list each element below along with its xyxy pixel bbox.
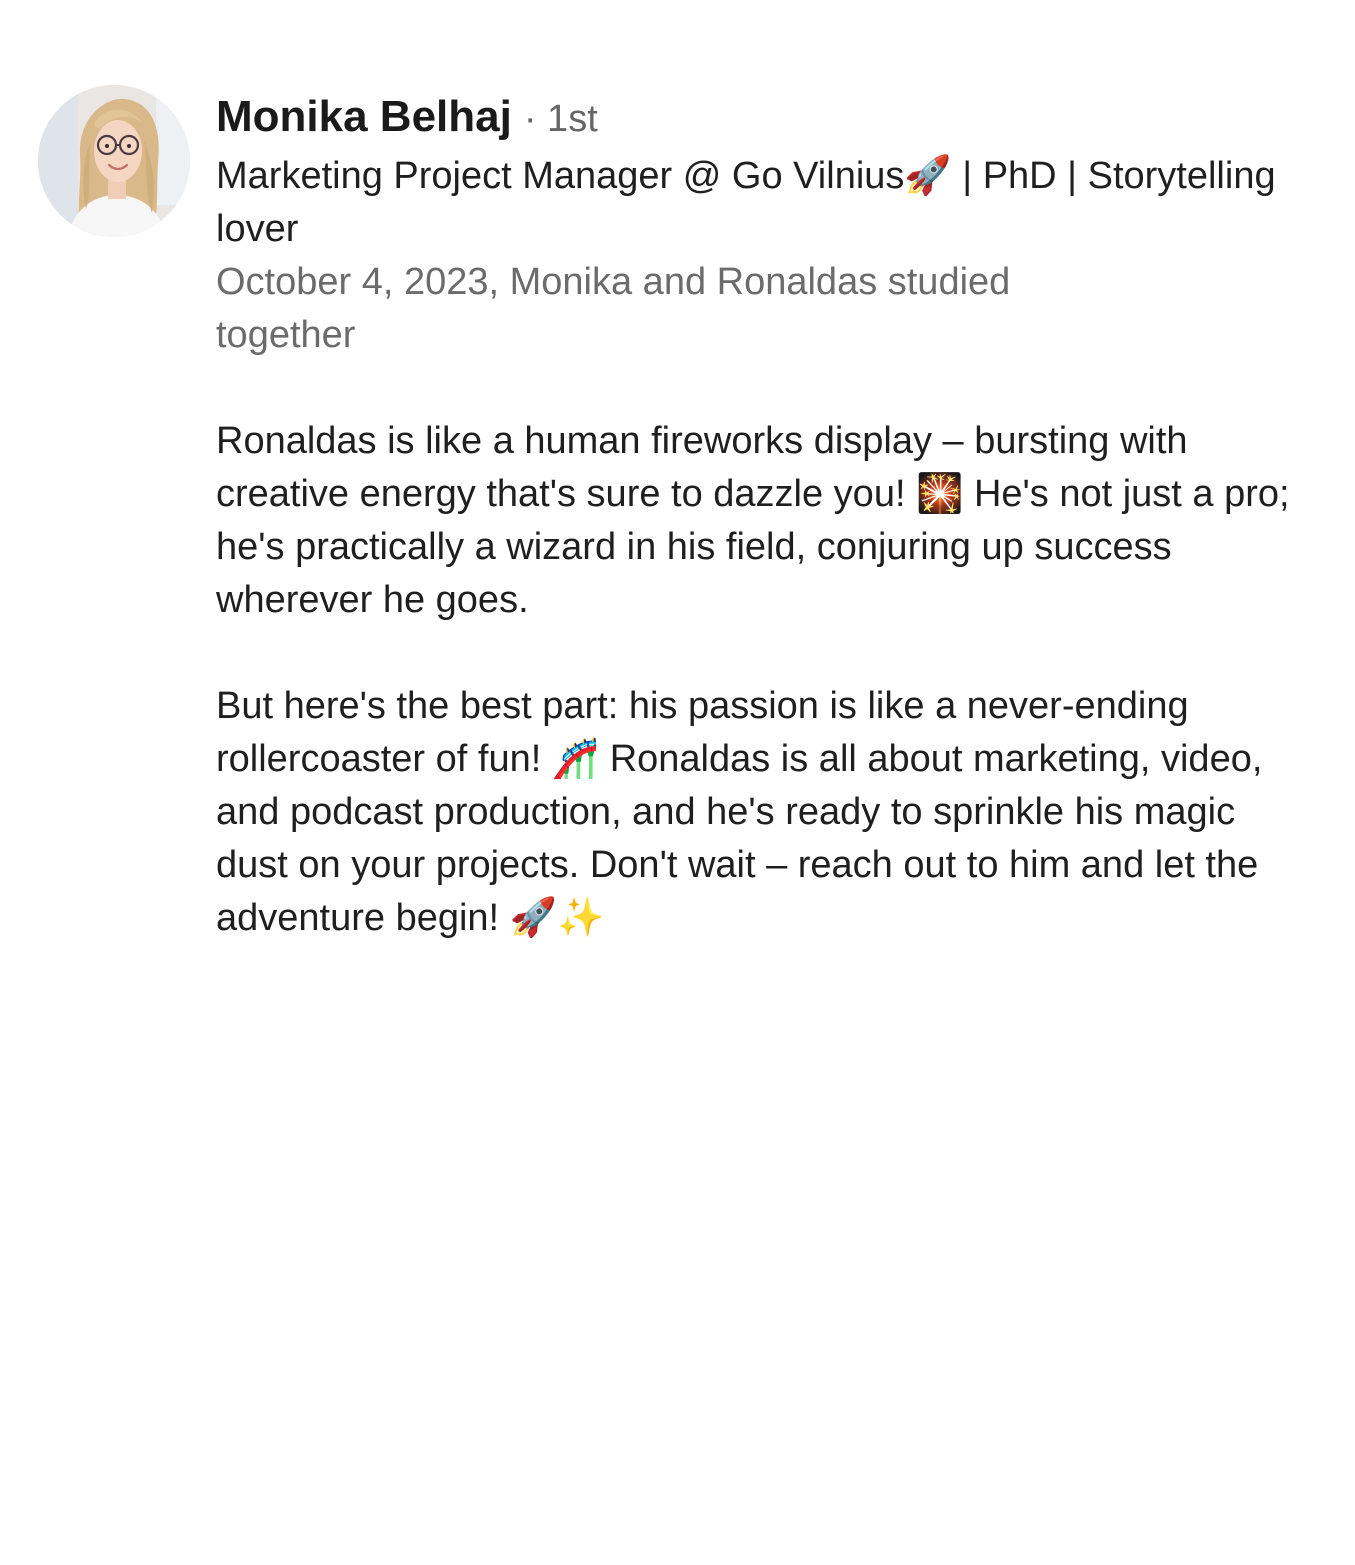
- author-headline: Marketing Project Manager @ Go Vilnius🚀 …: [216, 155, 1276, 250]
- author-name[interactable]: Monika Belhaj: [216, 92, 512, 142]
- avatar-photo: [38, 85, 190, 237]
- recommendation-content: Monika Belhaj · 1st Marketing Project Ma…: [216, 92, 1316, 945]
- recommendation-meta: October 4, 2023, Monika and Ronaldas stu…: [216, 261, 1011, 356]
- author-row: Monika Belhaj · 1st: [216, 92, 1316, 150]
- recommendation-paragraph: But here's the best part: his passion is…: [216, 685, 1263, 939]
- recommendation-paragraph: Ronaldas is like a human fireworks displ…: [216, 420, 1290, 621]
- recommendation-card: Monika Belhaj · 1st Marketing Project Ma…: [0, 0, 1355, 1565]
- connection-degree: · 1st: [523, 98, 598, 140]
- avatar[interactable]: [38, 85, 190, 237]
